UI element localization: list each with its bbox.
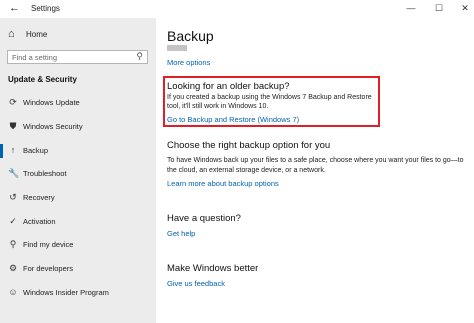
sidebar-item-label: Backup bbox=[23, 146, 49, 155]
choose-option-description: To have Windows back up your files to a … bbox=[167, 157, 464, 174]
section-title: Update & Security bbox=[8, 75, 77, 84]
backup-status-placeholder bbox=[167, 45, 187, 51]
insider-icon: ☺ bbox=[8, 287, 18, 297]
home-icon: ⌂ bbox=[8, 28, 15, 40]
close-button[interactable]: ✕ bbox=[459, 2, 471, 14]
question-title: Have a question? bbox=[167, 213, 241, 224]
older-backup-title: Looking for an older backup? bbox=[167, 81, 290, 92]
selection-indicator bbox=[0, 144, 3, 158]
sidebar-item-label: Activation bbox=[23, 217, 56, 226]
sidebar-item-troubleshoot[interactable]: 🔧 Troubleshoot bbox=[0, 164, 156, 184]
sidebar-item-recovery[interactable]: ↺ Recovery bbox=[0, 188, 156, 208]
sidebar-item-windows-security[interactable]: ⛊ Windows Security bbox=[0, 117, 156, 137]
sidebar-item-label: Recovery bbox=[23, 193, 55, 202]
home-nav-item[interactable]: ⌂ Home bbox=[8, 28, 148, 44]
search-input[interactable]: Find a setting bbox=[12, 53, 57, 62]
search-box[interactable]: Find a setting ⚲ bbox=[7, 50, 148, 64]
older-backup-description: If you created a backup using the Window… bbox=[167, 94, 372, 110]
sidebar-item-label: Troubleshoot bbox=[23, 169, 67, 178]
sidebar-item-activation[interactable]: ✓ Activation bbox=[0, 212, 156, 232]
check-circle-icon: ✓ bbox=[9, 216, 17, 226]
sidebar-item-for-developers[interactable]: ⚙ For developers bbox=[0, 259, 156, 279]
sidebar-item-backup[interactable]: ↑ Backup bbox=[0, 141, 156, 161]
sidebar-item-label: Windows Update bbox=[23, 98, 80, 107]
minimize-button[interactable]: — bbox=[405, 2, 417, 14]
more-options-link[interactable]: More options bbox=[167, 58, 210, 67]
home-label: Home bbox=[26, 30, 48, 39]
search-icon: ⚲ bbox=[136, 51, 143, 61]
learn-more-link[interactable]: Learn more about backup options bbox=[167, 179, 279, 188]
sidebar-item-label: Windows Insider Program bbox=[23, 288, 109, 297]
sidebar-item-label: Find my device bbox=[23, 240, 74, 249]
sidebar-item-windows-insider-program[interactable]: ☺ Windows Insider Program bbox=[0, 283, 156, 303]
get-help-link[interactable]: Get help bbox=[167, 229, 195, 238]
sidebar: ⌂ Home Find a setting ⚲ Update & Securit… bbox=[0, 18, 156, 323]
main-content: Backup More options Looking for an older… bbox=[156, 18, 474, 323]
page-title: Backup bbox=[167, 28, 214, 44]
sidebar-item-label: For developers bbox=[23, 264, 74, 273]
title-bar: ← Settings — ☐ ✕ bbox=[0, 0, 474, 18]
give-feedback-link[interactable]: Give us feedback bbox=[167, 279, 225, 288]
wrench-icon: 🔧 bbox=[8, 168, 20, 178]
backup-restore-windows7-link[interactable]: Go to Backup and Restore (Windows 7) bbox=[167, 115, 299, 124]
window-title: Settings bbox=[31, 4, 60, 13]
backup-arrow-icon: ↑ bbox=[10, 145, 16, 155]
sidebar-item-windows-update[interactable]: ⟳ Windows Update bbox=[0, 93, 156, 113]
recovery-icon: ↺ bbox=[9, 192, 17, 202]
back-arrow-icon[interactable]: ← bbox=[9, 2, 20, 14]
sidebar-item-label: Windows Security bbox=[23, 122, 83, 131]
sidebar-item-find-my-device[interactable]: ⚲ Find my device bbox=[0, 235, 156, 255]
sync-icon: ⟳ bbox=[9, 97, 17, 107]
maximize-button[interactable]: ☐ bbox=[433, 2, 445, 14]
choose-option-title: Choose the right backup option for you bbox=[167, 140, 331, 151]
shield-icon: ⛊ bbox=[9, 121, 17, 131]
make-windows-better-title: Make Windows better bbox=[167, 263, 259, 274]
developer-tools-icon: ⚙ bbox=[8, 263, 18, 273]
person-pin-icon: ⚲ bbox=[9, 239, 17, 249]
